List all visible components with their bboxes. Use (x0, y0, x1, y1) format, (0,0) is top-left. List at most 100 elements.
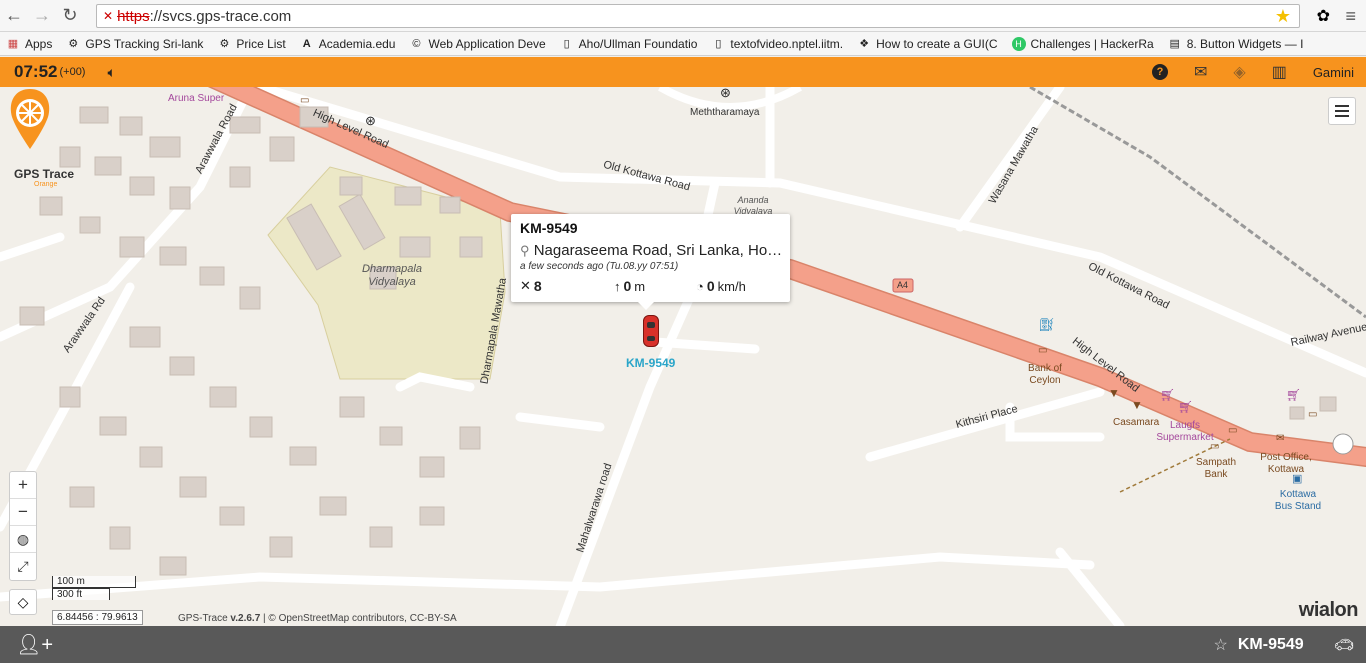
selected-unit-name[interactable]: KM-9549 (1238, 636, 1304, 654)
add-user-icon[interactable]: 👤︎+ (16, 632, 53, 657)
place-of-worship-icon: ⊛ (365, 113, 376, 128)
site-favicon-icon: © (412, 37, 421, 50)
location-pin-icon: ⚲ (520, 243, 530, 258)
map-menu-button[interactable] (1328, 97, 1356, 125)
speedometer-icon: ◔ (696, 278, 704, 294)
car-marker-label[interactable]: KM-9549 (626, 356, 675, 370)
site-favicon-icon: ⚙ (219, 38, 230, 50)
post-icon: ✉ (1276, 433, 1285, 444)
fuel-icon: ⛽︎ (1038, 317, 1055, 332)
apps-grid-icon: ▦ (7, 38, 19, 50)
bookmark-item[interactable]: ▤ 8. Button Widgets — I (1162, 37, 1312, 51)
car-settings-icon[interactable]: 🚗︎ (1334, 635, 1354, 655)
page-icon: ▯ (563, 38, 570, 50)
scale-imperial: 300 ft (52, 588, 110, 600)
scale-metric: 100 m (52, 576, 136, 588)
globe-icon[interactable]: ◍ (10, 526, 36, 553)
popup-unit-name: KM-9549 (520, 220, 578, 236)
app-header: 07:52 (+00) 🔈︎ ? ✉ ◈ ▥ Gamini (0, 57, 1366, 87)
bookmark-item[interactable]: ▯ textofvideo.nptel.iitm. (705, 37, 851, 51)
area-label: Dharmapala Vidyalaya (362, 263, 422, 288)
satellites-stat: ✕ 8 (520, 278, 542, 294)
browser-toolbar: ← → ↻ ✕ https ://svcs.gps-trace.com ★ ✿ … (0, 0, 1366, 32)
help-icon[interactable]: ? (1151, 64, 1168, 80)
layers-icon[interactable]: ◇ (9, 589, 37, 615)
bank-icon: ▭ (300, 95, 310, 106)
academia-icon: A (302, 37, 311, 50)
bank-icon: ▭ (1210, 441, 1220, 452)
poi-label: Kottawa Bus Stand (1274, 489, 1322, 512)
poi-label: Sampath Bank (1195, 457, 1237, 480)
bank-icon: ▭ (1308, 409, 1318, 420)
site-favicon-icon: ⚙ (68, 38, 79, 50)
altitude-stat: ↑ 0 m (614, 278, 646, 294)
place-label: Meththaramaya (690, 107, 760, 118)
speed-stat: ◔ 0 km/h (696, 278, 746, 294)
url-host: ://svcs.gps-trace.com (149, 7, 292, 25)
logo-subtext: Orange (34, 181, 58, 188)
bookmark-item[interactable]: ❖ How to create a GUI(C (851, 37, 1005, 51)
zoom-out-button[interactable]: − (10, 499, 36, 526)
cart-icon: 🛒︎ (1160, 388, 1176, 402)
cart-icon: 🛒︎ (1286, 388, 1302, 402)
bookmark-item[interactable]: © Web Application Deve (403, 37, 553, 51)
clock-timezone: (+00) (59, 66, 86, 78)
popup-time: a few seconds ago (Tu.08.yy 07:51) (520, 261, 679, 272)
car-marker-icon[interactable] (643, 315, 659, 347)
altitude-arrow-icon: ↑ (614, 278, 621, 294)
cursor-coordinates: 6.84456 : 79.9613 (52, 610, 143, 625)
shop-icon: ▼ (1108, 386, 1120, 400)
extension-icon[interactable]: ✿ (1317, 6, 1330, 26)
map-controls: + − ◍ ⤢ (9, 471, 37, 581)
hackerrank-icon: H (1011, 36, 1026, 51)
logo-text: GPS Trace (14, 167, 75, 181)
map-attribution: GPS-Trace v.2.6.7 | © OpenStreetMap cont… (178, 613, 457, 624)
user-name[interactable]: Gamini (1313, 65, 1354, 80)
site-favicon-icon: ❖ (859, 38, 870, 50)
satellite-icon: ✕ (520, 278, 531, 293)
bookmark-item[interactable]: ⚙ GPS Tracking Sri-lank (60, 37, 211, 51)
fullscreen-icon[interactable]: ⤢ (10, 553, 36, 580)
bottom-bar: 👤︎+ ☆ KM-9549 🚗︎ (0, 626, 1366, 663)
map-scale: 100 m 300 ft (52, 576, 136, 600)
bookmark-item[interactable]: ▯ Aho/Ullman Foundatio (554, 37, 706, 51)
reload-icon[interactable]: ↻ (56, 2, 84, 30)
site-favicon-icon: ▤ (1169, 38, 1180, 50)
star-outline-icon[interactable]: ☆ (1214, 635, 1228, 655)
bank-icon: ▭ (1038, 345, 1048, 356)
shop-icon: ▼ (1131, 398, 1143, 412)
address-bar[interactable]: ✕ https ://svcs.gps-trace.com ★ (96, 4, 1300, 28)
zoom-in-button[interactable]: + (10, 472, 36, 499)
road-shield: A4 (897, 280, 909, 290)
cart-icon: 🛒︎ (1178, 400, 1194, 414)
book-icon[interactable]: ▥ (1272, 62, 1287, 82)
bus-icon: ▣ (1292, 473, 1303, 485)
bookmark-star-icon[interactable]: ★ (1275, 6, 1291, 27)
bookmark-item[interactable]: H Challenges | HackerRa (1006, 36, 1162, 51)
back-icon[interactable]: ← (0, 2, 28, 30)
place-of-worship-icon: ⊛ (720, 87, 731, 100)
forward-icon[interactable]: → (28, 2, 56, 30)
bank-icon: ▭ (1228, 425, 1238, 436)
poi-label: Bank of Ceylon (1028, 363, 1062, 386)
messages-icon[interactable]: ✉ (1194, 62, 1207, 82)
unit-popup: KM-9549 ⚲ Nagaraseema Road, Sri Lanka, H… (511, 214, 790, 310)
browser-menu-icon[interactable]: ≡ (1345, 6, 1356, 27)
sound-icon[interactable]: 🔈︎ (107, 64, 115, 81)
page-icon: ▯ (715, 38, 722, 50)
tag-icon[interactable]: ◈ (1233, 62, 1245, 82)
insecure-icon: ✕ (103, 9, 114, 23)
gps-trace-logo (10, 89, 50, 149)
wialon-logo: wialon (1298, 599, 1359, 621)
poi-label: Post Office, Kottawa (1260, 452, 1312, 475)
poi-label: Aruna Super (168, 93, 225, 104)
clock-time: 07:52 (14, 62, 58, 81)
bookmark-item[interactable]: ▦ Apps (0, 37, 60, 51)
map-view[interactable]: High Level Road Old Kottawa Road Old Kot… (0, 87, 1366, 626)
url-scheme: https (117, 7, 150, 25)
bookmark-item[interactable]: ⚙ Price List (211, 37, 293, 51)
poi-label: Laugfs Supermarket (1156, 420, 1214, 443)
bookmarks-bar: ▦ Apps ⚙ GPS Tracking Sri-lank ⚙ Price List… (0, 32, 1366, 56)
popup-address: ⚲ Nagaraseema Road, Sri Lanka, Ho… (520, 242, 781, 259)
bookmark-item[interactable]: A Academia.edu (294, 37, 404, 51)
